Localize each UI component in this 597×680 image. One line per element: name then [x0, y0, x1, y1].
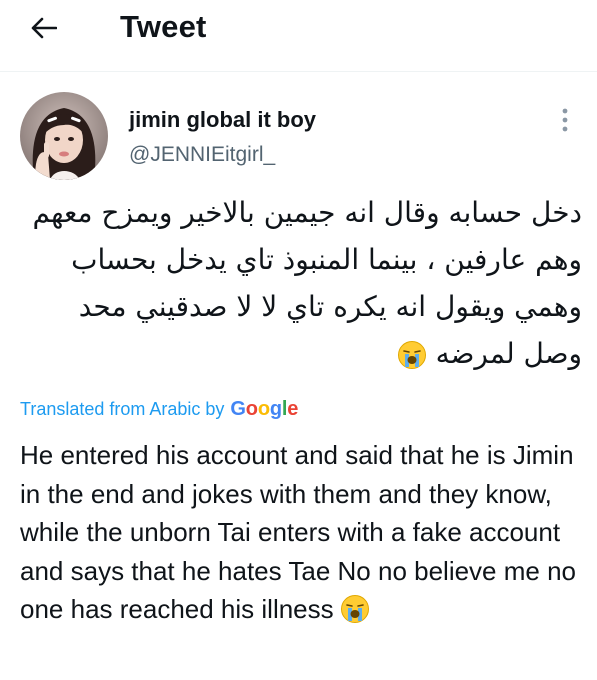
top-bar: Tweet	[0, 0, 597, 72]
loudly-crying-face-icon	[397, 337, 427, 384]
arrow-left-icon	[31, 17, 57, 39]
tweet-translated-text: He entered his account and said that he …	[20, 436, 590, 635]
translation-attribution: Translated from Arabic by Google	[20, 393, 298, 425]
page-title: Tweet	[120, 9, 207, 44]
more-vertical-icon	[562, 108, 568, 132]
back-button[interactable]	[22, 10, 66, 46]
tweet-original-body: دخل حسابه وقال انه جيمين بالاخير ويمزح م…	[32, 196, 582, 370]
author-handle[interactable]: @JENNIEitgirl_	[129, 141, 275, 169]
avatar-photo	[20, 92, 108, 180]
tweet-translated-body: He entered his account and said that he …	[20, 440, 577, 624]
author-display-name[interactable]: jimin global it boy	[129, 106, 316, 134]
loudly-crying-face-icon	[340, 594, 370, 635]
google-logo: Google	[230, 397, 299, 420]
avatar[interactable]	[20, 92, 108, 180]
tweet-original-text: دخل حسابه وقال انه جيمين بالاخير ويمزح م…	[20, 189, 582, 384]
more-options-button[interactable]	[550, 104, 580, 136]
translated-from-link[interactable]: Translated from Arabic by	[20, 399, 224, 420]
